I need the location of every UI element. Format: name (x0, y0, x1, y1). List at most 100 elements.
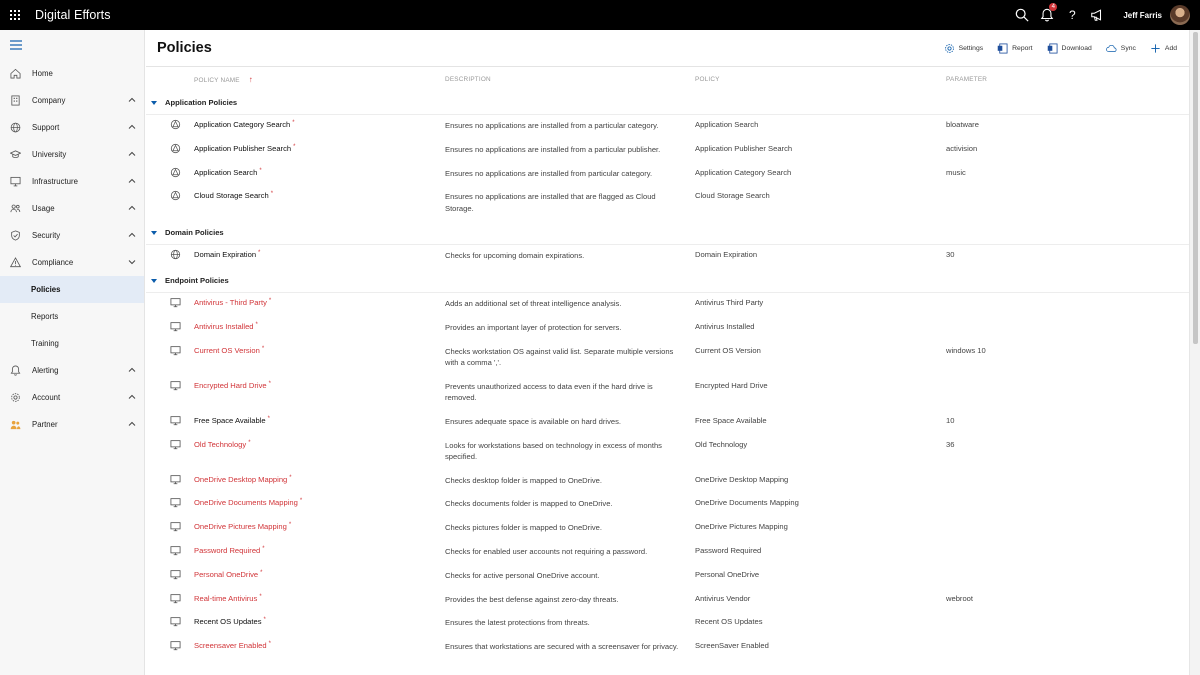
sidebar-subitem-reports[interactable]: Reports (0, 303, 144, 330)
column-header-policy-name[interactable]: POLICY NAME ↑ (194, 75, 253, 84)
vertical-scrollbar[interactable] (1189, 30, 1200, 675)
table-row[interactable]: Antivirus Installed * Provides an importan… (146, 317, 1189, 341)
word-report-icon (997, 43, 1008, 54)
table-row[interactable]: Password Required * Checks for enabled use… (146, 541, 1189, 565)
monitor-icon (170, 380, 181, 391)
table-row[interactable]: OneDrive Desktop Mapping * Checks desktop … (146, 470, 1189, 494)
policy-type: Application Category Search (695, 167, 792, 177)
policy-type: ScreenSaver Enabled (695, 641, 769, 651)
collapse-triangle-icon[interactable] (151, 230, 157, 235)
table-row[interactable]: Screensaver Enabled * Ensures that worksta… (146, 636, 1189, 671)
policy-name-link[interactable]: Application Publisher Search * (194, 144, 295, 153)
chevron-up-icon[interactable] (128, 393, 136, 401)
sidebar-item-home[interactable]: Home (0, 60, 144, 87)
column-header-parameter[interactable]: PARAMETER (946, 76, 987, 83)
policy-name-link[interactable]: Cloud Storage Search * (194, 191, 273, 200)
chevron-up-icon[interactable] (128, 366, 136, 374)
chevron-up-icon[interactable] (128, 204, 136, 212)
policy-name-link[interactable]: Antivirus Installed * (194, 322, 258, 331)
table-row[interactable]: Real-time Antivirus * Provides the best de… (146, 589, 1189, 613)
table-row[interactable]: Application Publisher Search * Ensures no … (146, 139, 1189, 163)
policy-name-link[interactable]: Recent OS Updates * (194, 617, 266, 626)
search-icon[interactable] (1010, 0, 1034, 30)
table-row[interactable]: Domain Expiration * Checks for upcoming do… (146, 245, 1189, 269)
download-button[interactable]: Download (1047, 43, 1092, 54)
sidebar-item-usage[interactable]: Usage (0, 195, 144, 222)
chevron-up-icon[interactable] (128, 177, 136, 185)
policy-name-link[interactable]: OneDrive Documents Mapping * (194, 498, 302, 507)
sidebar-item-infrastructure[interactable]: Infrastructure (0, 168, 144, 195)
chevron-up-icon[interactable] (128, 150, 136, 158)
required-asterisk: * (259, 167, 262, 174)
add-button[interactable]: Add (1150, 43, 1177, 54)
sidebar-item-alerting[interactable]: Alerting (0, 357, 144, 384)
policy-description: Checks for enabled user accounts not req… (445, 546, 648, 556)
hamburger-menu-icon[interactable] (0, 30, 144, 60)
group-header[interactable]: Application Policies (146, 91, 1189, 115)
table-row[interactable]: Cloud Storage Search * Ensures no applicat… (146, 186, 1189, 221)
policy-name-link[interactable]: Domain Expiration * (194, 250, 260, 259)
user-name[interactable]: Jeff Farris (1123, 11, 1162, 20)
monitor-icon (170, 345, 181, 356)
policy-name-link[interactable]: Application Category Search * (194, 120, 295, 129)
sidebar-item-company[interactable]: Company (0, 87, 144, 114)
chevron-up-icon[interactable] (128, 123, 136, 131)
table-row[interactable]: Old Technology * Looks for workstations ba… (146, 435, 1189, 470)
table-header: POLICY NAME ↑ DESCRIPTION POLICY PARAMETE… (146, 67, 1189, 91)
chevron-up-icon[interactable] (128, 420, 136, 428)
help-icon[interactable]: ? (1060, 0, 1084, 30)
app-title[interactable]: Digital Efforts (35, 8, 111, 22)
table-row[interactable]: Encrypted Hard Drive * Prevents unauthoriz… (146, 376, 1189, 411)
gear-icon (944, 44, 954, 53)
chevron-down-icon[interactable] (128, 258, 136, 266)
policy-name-link[interactable]: Antivirus - Third Party * (194, 298, 271, 307)
table-row[interactable]: OneDrive Pictures Mapping * Checks picture… (146, 517, 1189, 541)
sidebar-subitem-training[interactable]: Training (0, 330, 144, 357)
policy-name-link[interactable]: OneDrive Pictures Mapping * (194, 522, 291, 531)
column-header-description[interactable]: DESCRIPTION (445, 76, 491, 83)
sidebar-item-label: Usage (32, 204, 55, 213)
app-launcher-icon[interactable] (0, 0, 30, 30)
policy-name-link[interactable]: Encrypted Hard Drive * (194, 381, 271, 390)
collapse-triangle-icon[interactable] (151, 100, 157, 105)
column-header-policy[interactable]: POLICY (695, 76, 720, 83)
policy-name-link[interactable]: Current OS Version * (194, 346, 264, 355)
table-row[interactable]: Application Category Search * Ensures no a… (146, 115, 1189, 139)
settings-button[interactable]: Settings (944, 43, 983, 54)
avatar[interactable] (1170, 5, 1190, 25)
sidebar-item-support[interactable]: Support (0, 114, 144, 141)
table-row[interactable]: Recent OS Updates * Ensures the latest pro… (146, 612, 1189, 636)
sidebar-item-partner[interactable]: Partner (0, 411, 144, 438)
table-row[interactable]: Current OS Version * Checks workstation OS… (146, 341, 1189, 376)
sidebar-item-security[interactable]: Security (0, 222, 144, 249)
policy-name-link[interactable]: Personal OneDrive * (194, 570, 263, 579)
megaphone-icon[interactable] (1085, 0, 1109, 30)
sync-button[interactable]: Sync (1105, 43, 1136, 54)
notifications-bell-icon[interactable]: 4 (1035, 0, 1059, 30)
policy-name-link[interactable]: Old Technology * (194, 440, 251, 449)
policy-name-link[interactable]: Real-time Antivirus * (194, 594, 262, 603)
policy-type: Antivirus Installed (695, 321, 755, 331)
chevron-up-icon[interactable] (128, 96, 136, 104)
sidebar-subitem-policies[interactable]: Policies (0, 276, 144, 303)
table-row[interactable]: Antivirus - Third Party * Adds an addition… (146, 293, 1189, 317)
chevron-up-icon[interactable] (128, 231, 136, 239)
group-header[interactable]: Domain Policies (146, 221, 1189, 246)
table-row[interactable]: Personal OneDrive * Checks for active pers… (146, 565, 1189, 589)
policy-name-link[interactable]: OneDrive Desktop Mapping * (194, 475, 292, 484)
sidebar-item-compliance[interactable]: Compliance (0, 249, 144, 276)
collapse-triangle-icon[interactable] (151, 278, 157, 283)
report-button[interactable]: Report (997, 43, 1033, 54)
table-row[interactable]: Free Space Available * Ensures adequate sp… (146, 411, 1189, 435)
sidebar-item-university[interactable]: University (0, 141, 144, 168)
policy-name-link[interactable]: Free Space Available * (194, 416, 270, 425)
scrollbar-thumb[interactable] (1193, 32, 1198, 344)
table-row[interactable]: Application Search * Ensures no applicatio… (146, 163, 1189, 187)
policy-name-link[interactable]: Application Search * (194, 168, 262, 177)
sidebar-item-account[interactable]: Account (0, 384, 144, 411)
policy-name-link[interactable]: Password Required * (194, 546, 265, 555)
table-row[interactable]: OneDrive Documents Mapping * Checks docume… (146, 493, 1189, 517)
policy-name-link[interactable]: Screensaver Enabled * (194, 641, 271, 650)
sort-ascending-icon[interactable]: ↑ (249, 75, 253, 84)
group-header[interactable]: Endpoint Policies (146, 269, 1189, 294)
